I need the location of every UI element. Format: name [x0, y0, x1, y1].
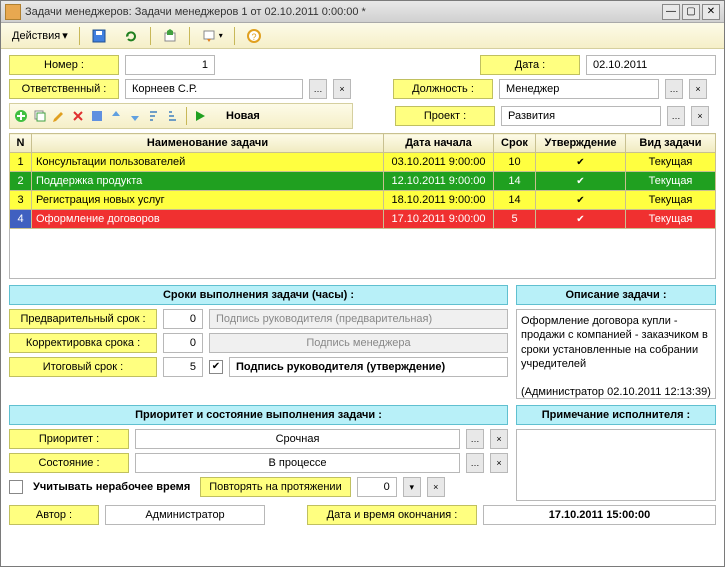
correct-label: Корректировка срока :: [9, 333, 157, 353]
run-icon[interactable]: [192, 108, 208, 124]
note-box[interactable]: [516, 429, 716, 501]
actions-menu[interactable]: Действия ▾: [5, 26, 75, 45]
col-type[interactable]: Вид задачи: [626, 134, 716, 153]
table-row[interactable]: 2Поддержка продукта12.10.2011 9:00:0014Т…: [10, 172, 716, 191]
prelim-sign-text: Подпись руководителя (предварительная): [209, 309, 508, 329]
sort-asc-icon[interactable]: [146, 108, 162, 124]
desc-section-title: Описание задачи :: [516, 285, 716, 305]
help-icon[interactable]: ?: [239, 25, 269, 47]
priority-section-title: Приоритет и состояние выполнения задачи …: [9, 405, 508, 425]
project-clear-button[interactable]: ×: [691, 106, 709, 126]
priority-select-button[interactable]: …: [466, 429, 484, 449]
prelim-label: Предварительный срок :: [9, 309, 157, 329]
author-field: [105, 505, 265, 525]
edit-icon[interactable]: [51, 108, 67, 124]
position-select-button[interactable]: …: [665, 79, 683, 99]
titlebar: Задачи менеджеров: Задачи менеджеров 1 о…: [1, 1, 724, 23]
copy-icon[interactable]: [32, 108, 48, 124]
description-box[interactable]: Оформление договора купли - продажи с ко…: [516, 309, 716, 399]
end-field[interactable]: [483, 505, 716, 525]
state-label: Состояние :: [9, 453, 129, 473]
tasks-table[interactable]: N Наименование задачи Дата начала Срок У…: [9, 133, 716, 229]
col-term[interactable]: Срок: [494, 134, 536, 153]
position-field[interactable]: [499, 79, 659, 99]
note-section-title: Примечание исполнителя :: [516, 405, 716, 425]
new-status-text: Новая: [226, 110, 260, 122]
save-row-icon[interactable]: [89, 108, 105, 124]
state-field[interactable]: [135, 453, 460, 473]
col-n[interactable]: N: [10, 134, 32, 153]
state-clear-button[interactable]: ×: [490, 453, 508, 473]
project-label: Проект :: [395, 106, 495, 126]
chevron-down-icon: ▾: [62, 29, 68, 42]
responsible-select-button[interactable]: …: [309, 79, 327, 99]
responsible-clear-button[interactable]: ×: [333, 79, 351, 99]
project-select-button[interactable]: …: [667, 106, 685, 126]
repeat-label: Повторять на протяжении: [200, 477, 350, 497]
table-toolbar: Новая: [9, 103, 353, 129]
repeat-dropdown-button[interactable]: ▾: [403, 477, 421, 497]
date-field[interactable]: [586, 55, 716, 75]
nonwork-label: Учитывать нерабочее время: [29, 481, 194, 493]
close-button[interactable]: ✕: [702, 4, 720, 20]
state-select-button[interactable]: …: [466, 453, 484, 473]
maximize-button[interactable]: ▢: [682, 4, 700, 20]
sort-desc-icon[interactable]: [165, 108, 181, 124]
priority-field[interactable]: [135, 429, 460, 449]
description-text: Оформление договора купли - продажи с ко…: [521, 314, 711, 371]
table-row[interactable]: 1Консультации пользователей03.10.2011 9:…: [10, 153, 716, 172]
number-field[interactable]: [125, 55, 215, 75]
nonwork-checkbox[interactable]: [9, 480, 23, 494]
description-meta: (Администратор 02.10.2011 12:13:39): [521, 385, 711, 399]
col-name[interactable]: Наименование задачи: [32, 134, 384, 153]
project-field[interactable]: [501, 106, 661, 126]
number-label: Номер :: [9, 55, 119, 75]
date-label: Дата :: [480, 55, 580, 75]
table-row[interactable]: 4Оформление договоров17.10.2011 9:00:005…: [10, 210, 716, 229]
move-down-icon[interactable]: [127, 108, 143, 124]
export-icon[interactable]: [155, 25, 185, 47]
responsible-field[interactable]: [125, 79, 303, 99]
add-icon[interactable]: [13, 108, 29, 124]
delete-icon[interactable]: [70, 108, 86, 124]
responsible-label: Ответственный :: [9, 79, 119, 99]
manager-sign-text: Подпись менеджера: [209, 333, 508, 353]
minimize-button[interactable]: —: [662, 4, 680, 20]
end-label: Дата и время окончания :: [307, 505, 477, 525]
repeat-clear-button[interactable]: ×: [427, 477, 445, 497]
position-label: Должность :: [393, 79, 493, 99]
move-up-icon[interactable]: [108, 108, 124, 124]
app-window: Задачи менеджеров: Задачи менеджеров 1 о…: [0, 0, 725, 567]
table-row[interactable]: 3Регистрация новых услуг18.10.2011 9:00:…: [10, 191, 716, 210]
correct-field[interactable]: [163, 333, 203, 353]
final-label: Итоговый срок :: [9, 357, 157, 377]
prelim-field[interactable]: [163, 309, 203, 329]
col-approval[interactable]: Утверждение: [536, 134, 626, 153]
window-title: Задачи менеджеров: Задачи менеджеров 1 о…: [25, 6, 662, 18]
col-start[interactable]: Дата начала: [384, 134, 494, 153]
svg-text:?: ?: [251, 32, 256, 42]
repeat-field[interactable]: [357, 477, 397, 497]
terms-section-title: Сроки выполнения задачи (часы) :: [9, 285, 508, 305]
refresh-icon[interactable]: [116, 25, 146, 47]
import-icon[interactable]: ▾: [194, 25, 230, 47]
content-area: Номер : Дата : Ответственный : … × Должн…: [1, 49, 724, 566]
position-clear-button[interactable]: ×: [689, 79, 707, 99]
final-sign-checkbox[interactable]: ✔: [209, 360, 223, 374]
priority-label: Приоритет :: [9, 429, 129, 449]
priority-clear-button[interactable]: ×: [490, 429, 508, 449]
final-field[interactable]: [163, 357, 203, 377]
final-sign-text: Подпись руководителя (утверждение): [229, 357, 508, 377]
save-icon[interactable]: [84, 25, 114, 47]
author-label: Автор :: [9, 505, 99, 525]
chevron-down-icon: ▾: [219, 31, 223, 40]
app-icon: [5, 4, 21, 20]
main-toolbar: Действия ▾ ▾ ?: [1, 23, 724, 49]
